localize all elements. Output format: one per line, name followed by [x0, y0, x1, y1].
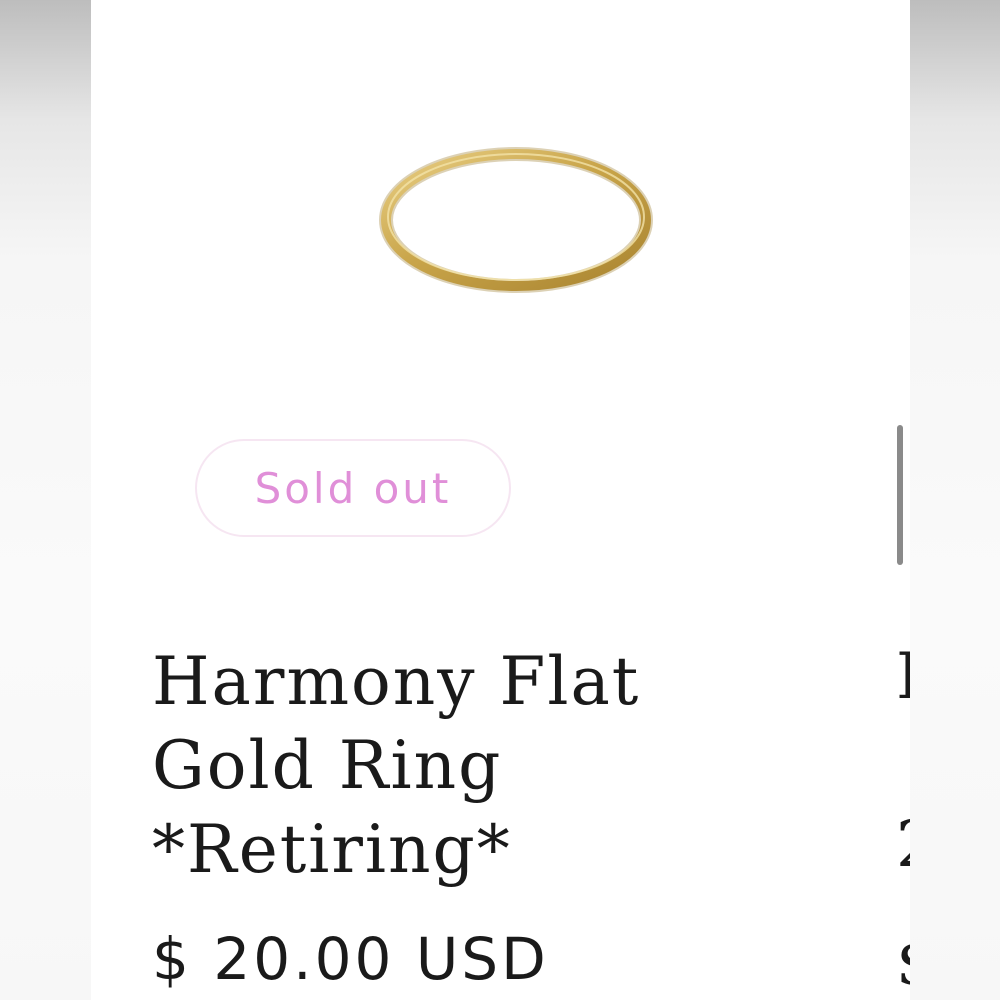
product-image-gold-ring[interactable]	[371, 135, 661, 305]
product-carousel[interactable]: Sold out Harmony Flat Gold Ring *Retirin…	[91, 0, 910, 1000]
product-title[interactable]: Harmony Flat Gold Ring *Retiring*	[152, 640, 792, 892]
next-card-line-fragment: 2	[896, 808, 910, 882]
sold-out-badge: Sold out	[195, 439, 511, 537]
next-card-title-fragment: H	[896, 640, 910, 714]
blurred-backdrop-right	[910, 0, 1000, 1000]
sold-out-label: Sold out	[254, 463, 452, 513]
product-price: $ 20.00 USD	[152, 925, 549, 993]
next-product-card-peek[interactable]: H 2 $	[896, 640, 910, 1000]
scroll-indicator[interactable]	[897, 425, 903, 565]
screenshot-frame: Sold out Harmony Flat Gold Ring *Retirin…	[0, 0, 1000, 1000]
next-card-price-fragment: $	[896, 926, 910, 1000]
blurred-backdrop-left	[0, 0, 91, 1000]
product-title-line-3: *Retiring*	[152, 811, 512, 888]
product-title-line-2: Gold Ring	[152, 727, 503, 804]
product-title-line-1: Harmony Flat	[152, 643, 641, 720]
